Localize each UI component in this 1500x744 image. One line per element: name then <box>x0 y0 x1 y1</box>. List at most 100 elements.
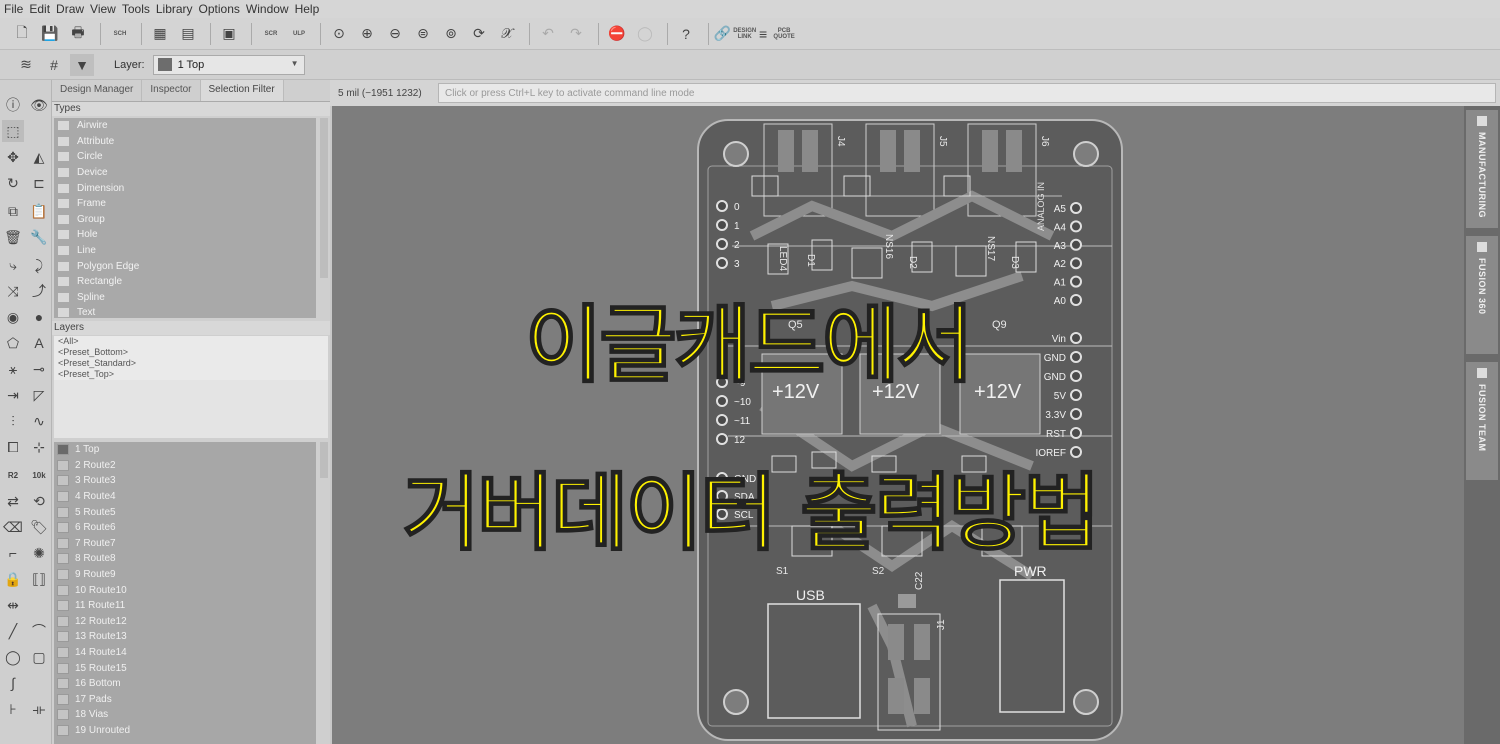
zoom-area-icon[interactable]: ⊚ <box>439 23 463 45</box>
arc-icon[interactable]: ⌒ <box>28 620 50 642</box>
zoom-select-icon[interactable]: ⊜ <box>411 23 435 45</box>
menu-item-options[interactable]: Options <box>199 2 240 16</box>
layer-item[interactable]: 12 Route12 <box>54 614 316 630</box>
redo-icon[interactable]: ↷ <box>564 23 588 45</box>
eraser-icon[interactable]: ⌫ <box>2 516 24 538</box>
command-line-input[interactable]: Click or press Ctrl+L key to activate co… <box>438 83 1496 103</box>
circle-icon[interactable]: ◯ <box>2 646 24 668</box>
export-icon[interactable]: ▤ <box>176 23 200 45</box>
type-filter-item[interactable]: Circle <box>54 149 316 165</box>
layer-settings-icon[interactable]: ≋ <box>14 54 38 76</box>
type-filter-item[interactable]: Frame <box>54 196 316 212</box>
menu-item-help[interactable]: Help <box>295 2 320 16</box>
type-filter-item[interactable]: Text <box>54 305 316 321</box>
value-10k-icon[interactable]: 10k <box>28 464 50 486</box>
layer-item[interactable]: 13 Route13 <box>54 629 316 645</box>
filter-icon[interactable]: ▼ <box>70 53 94 76</box>
layer-item[interactable]: 16 Bottom <box>54 676 316 692</box>
move-icon[interactable]: ✥ <box>2 146 24 168</box>
layer-item[interactable]: 19 Unrouted <box>54 723 316 739</box>
name-icon[interactable]: ⊸ <box>28 358 50 380</box>
copy-icon[interactable]: ⧉ <box>2 200 24 222</box>
mark-icon[interactable]: ⊦ <box>2 698 24 720</box>
ripup-icon[interactable]: ⤸ <box>28 254 50 276</box>
layer-preset-item[interactable]: <All> <box>54 336 328 347</box>
menu-item-draw[interactable]: Draw <box>56 2 84 16</box>
replace-icon[interactable]: ⇄ <box>2 490 24 512</box>
select-icon[interactable]: ⬚ <box>2 120 24 142</box>
layer-item[interactable]: 15 Route15 <box>54 660 316 676</box>
rectangle-icon[interactable]: ▢ <box>28 646 50 668</box>
attribute-icon[interactable]: 🏷 <box>28 516 50 538</box>
type-filter-item[interactable]: Hole <box>54 227 316 243</box>
cam-icon[interactable]: ▦ <box>148 23 172 45</box>
layer-preset-item[interactable]: <Preset_Top> <box>54 369 328 380</box>
meander-icon[interactable]: ∿ <box>28 410 50 432</box>
zoom-in-icon[interactable]: ⊕ <box>355 23 379 45</box>
layer-item[interactable]: 8 Route8 <box>54 551 316 567</box>
group-icon[interactable]: ⧠ <box>2 436 24 458</box>
layer-item[interactable]: 17 Pads <box>54 692 316 708</box>
tab-fusion-360[interactable]: FUSION 360 <box>1466 236 1498 354</box>
type-filter-item[interactable]: Spline <box>54 290 316 306</box>
pcb-quote-button[interactable]: ≡ PCB QUOTE <box>759 23 799 45</box>
script-button[interactable]: SCR <box>258 23 282 45</box>
show-icon[interactable]: 👁 <box>28 94 50 116</box>
save-icon[interactable]: 💾 <box>38 23 62 45</box>
paste-icon[interactable]: 📋 <box>28 200 50 222</box>
measure-icon[interactable]: ⟛ <box>28 698 50 720</box>
polygon-icon[interactable]: ⬠ <box>2 332 24 354</box>
layer-item[interactable]: 14 Route14 <box>54 645 316 661</box>
layer-item[interactable]: 3 Route3 <box>54 473 316 489</box>
zoom-fit-icon[interactable]: ⊙ <box>327 23 351 45</box>
mirror-icon[interactable]: ◭ <box>28 146 50 168</box>
layer-item[interactable]: 11 Route11 <box>54 598 316 614</box>
layer-item[interactable]: 9 Route9 <box>54 567 316 583</box>
layer-item[interactable]: 6 Route6 <box>54 520 316 536</box>
paint-icon[interactable]: ⌐ <box>2 542 24 564</box>
via-icon[interactable]: ◉ <box>2 306 24 328</box>
menu-item-library[interactable]: Library <box>156 2 193 16</box>
design-link-button[interactable]: 🔗 DESIGN LINK <box>714 23 756 45</box>
type-filter-item[interactable]: Rectangle <box>54 274 316 290</box>
new-file-icon[interactable]: 🗋 <box>10 23 34 45</box>
script-x-icon[interactable]: 𝒳 <box>495 23 519 45</box>
type-filter-item[interactable]: Line <box>54 243 316 259</box>
layer-item[interactable]: 1 Top <box>54 442 316 458</box>
split-icon[interactable]: ⤨ <box>2 280 24 302</box>
name-r2-icon[interactable]: R2 <box>2 464 24 486</box>
bracket-icon[interactable]: ⟦⟧ <box>28 568 50 590</box>
type-filter-item[interactable]: Polygon Edge <box>54 258 316 274</box>
menu-item-tools[interactable]: Tools <box>122 2 150 16</box>
menu-item-view[interactable]: View <box>90 2 116 16</box>
grid-icon[interactable]: # <box>42 54 66 76</box>
hole-icon[interactable]: ● <box>28 306 50 328</box>
optimize-icon[interactable]: ⇥ <box>2 384 24 406</box>
type-filter-item[interactable]: Attribute <box>54 134 316 150</box>
spline-icon[interactable]: ∫ <box>2 672 24 694</box>
redraw-icon[interactable]: ⟳ <box>467 23 491 45</box>
tab-inspector[interactable]: Inspector <box>142 80 201 101</box>
layer-item[interactable]: 4 Route4 <box>54 489 316 505</box>
schematic-button[interactable]: SCH <box>107 23 131 45</box>
tab-design-manager[interactable]: Design Manager <box>52 80 143 101</box>
line-icon[interactable]: ╱ <box>2 620 24 642</box>
text-icon[interactable]: A <box>28 332 50 354</box>
wrench-icon[interactable]: 🔧 <box>28 226 50 248</box>
ratsnest-icon[interactable]: ✺ <box>28 542 50 564</box>
add-icon[interactable]: ⊹ <box>28 436 50 458</box>
stop-icon[interactable]: ⛔ <box>605 23 629 45</box>
miter-icon[interactable]: ⤴ <box>28 280 50 302</box>
layer-preset-item[interactable]: <Preset_Bottom> <box>54 347 328 358</box>
go-icon[interactable]: ◯ <box>633 23 657 45</box>
tab-fusion-team[interactable]: FUSION TEAM <box>1466 362 1498 480</box>
layer-preset-item[interactable]: <Preset_Standard> <box>54 358 328 369</box>
board-icon[interactable]: ▣ <box>217 23 241 45</box>
print-icon[interactable]: 🖶 <box>66 23 90 45</box>
signal-icon[interactable]: ⚹ <box>2 358 24 380</box>
info-icon[interactable]: ⓘ <box>2 94 24 116</box>
type-filter-item[interactable]: Dimension <box>54 180 316 196</box>
delete-icon[interactable]: 🗑 <box>2 226 24 248</box>
layer-item[interactable]: 7 Route7 <box>54 536 316 552</box>
menu-item-window[interactable]: Window <box>246 2 289 16</box>
